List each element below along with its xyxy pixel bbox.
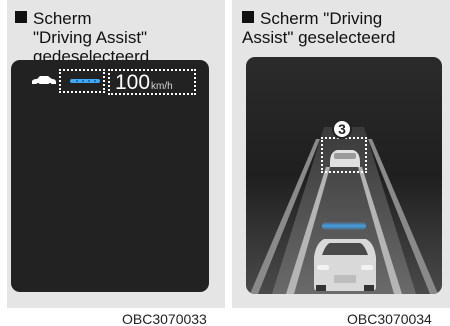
right-caption-line-2: Assist" geselecteerd — [242, 28, 396, 47]
left-caption-line-2: "Driving Assist" — [33, 28, 148, 47]
road-scene — [250, 127, 438, 294]
own-car-icon — [314, 239, 376, 291]
set-speed-value: 100 — [115, 71, 151, 94]
right-figure-code: OBC3070034 — [347, 311, 432, 326]
left-caption: Scherm "Driving Assist" gedeselecteerd — [15, 9, 149, 66]
set-speed-indicator: 100km/h — [108, 69, 196, 95]
lane-highlight — [322, 222, 366, 230]
set-speed-unit: km/h — [151, 81, 173, 92]
square-bullet-icon — [242, 11, 254, 23]
right-caption: Scherm "Driving Assist" geselecteerd — [242, 9, 395, 47]
left-figure-code: OBC3070033 — [122, 311, 207, 326]
right-caption-line-1: Scherm "Driving — [260, 9, 383, 28]
callout-number-badge: 3 — [332, 119, 352, 139]
cluster-screen-deselected: 100km/h — [11, 60, 209, 292]
cluster-screen-selected — [246, 57, 442, 294]
square-bullet-icon — [15, 11, 27, 23]
lane-line-icon — [70, 79, 100, 83]
front-vehicle-callout — [321, 137, 367, 173]
car-icon — [32, 76, 56, 86]
lane-assist-indicator — [59, 69, 105, 93]
left-caption-line-1: Scherm — [33, 9, 92, 28]
